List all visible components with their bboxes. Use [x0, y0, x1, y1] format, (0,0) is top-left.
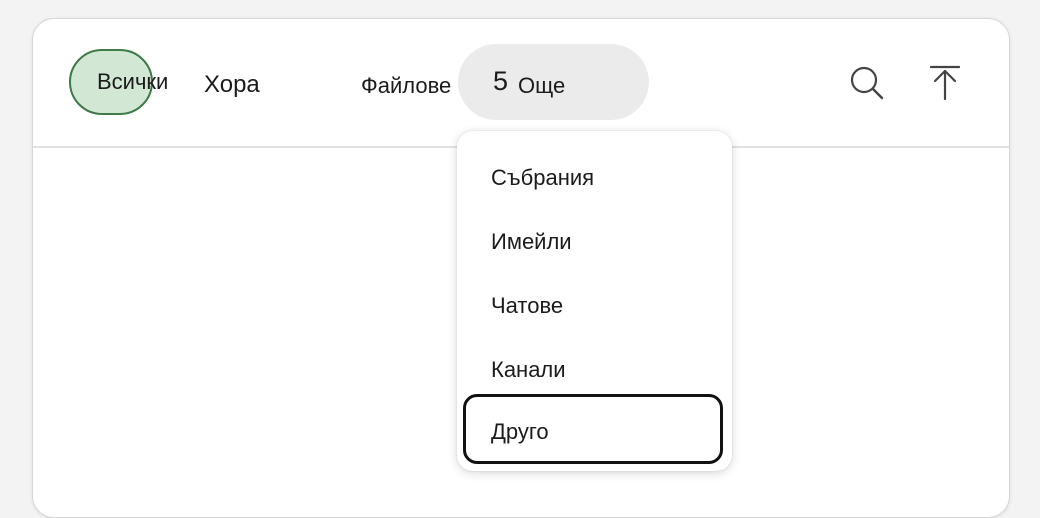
menu-item-other[interactable]: Друго: [463, 394, 723, 464]
tab-more-label: Още: [518, 73, 566, 98]
tab-all[interactable]: Всички: [69, 49, 168, 115]
menu-item-channels[interactable]: Канали: [491, 355, 566, 385]
menu-item-other-label: Друго: [491, 419, 549, 444]
more-dropdown-menu: Събрания Имейли Чатове Канали Друго: [457, 131, 732, 471]
filter-tab-bar: Всички Хора Файлове 5 Още: [33, 19, 1009, 148]
menu-item-meetings[interactable]: Събрания: [491, 163, 594, 193]
menu-item-emails[interactable]: Имейли: [491, 227, 572, 257]
arrow-up-to-line-icon: [929, 65, 961, 101]
search-icon: [850, 66, 884, 100]
menu-item-chats[interactable]: Чатове: [491, 291, 563, 321]
tab-people[interactable]: Хора: [204, 70, 260, 100]
search-button[interactable]: [847, 63, 887, 103]
tab-all-label: Всички: [97, 69, 169, 94]
more-count: 5: [493, 66, 509, 96]
scroll-to-top-button[interactable]: [925, 63, 965, 103]
tab-more[interactable]: 5 Още: [458, 44, 649, 120]
tab-files[interactable]: Файлове: [361, 71, 451, 101]
